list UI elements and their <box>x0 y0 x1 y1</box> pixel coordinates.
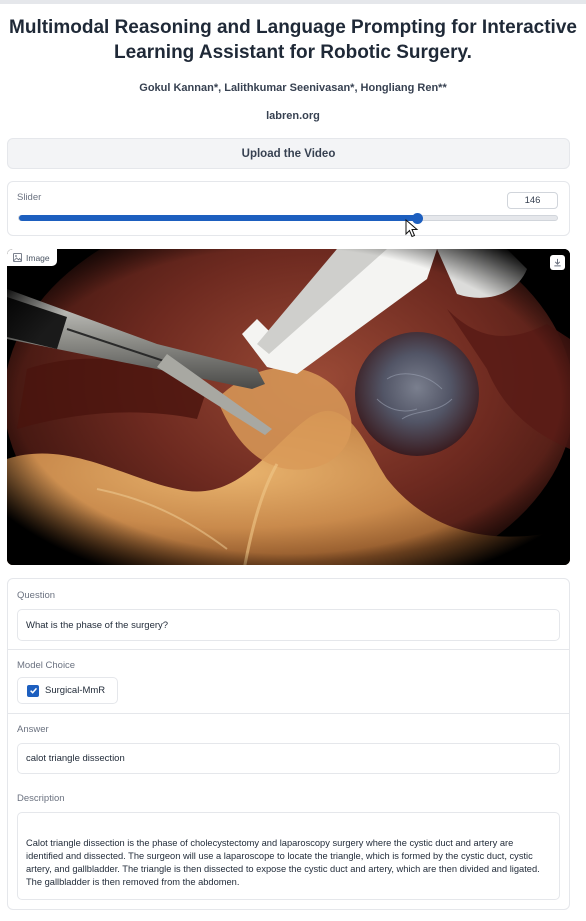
question-label: Question <box>17 590 56 601</box>
surgical-video-frame <box>7 249 570 565</box>
question-input[interactable]: What is the phase of the surgery? <box>17 609 560 641</box>
description-output[interactable]: Calot triangle dissection is the phase o… <box>17 812 560 900</box>
site-link[interactable]: labren.org <box>0 110 586 122</box>
download-button[interactable] <box>550 255 565 270</box>
checkbox[interactable] <box>27 684 39 697</box>
download-icon <box>554 258 561 267</box>
mouse-cursor-icon <box>405 219 419 238</box>
answer-label: Answer <box>17 724 49 735</box>
upload-video-button[interactable]: Upload the Video <box>7 138 570 169</box>
description-label: Description <box>17 793 65 804</box>
top-border <box>0 0 586 4</box>
page-title: Multimodal Reasoning and Language Prompt… <box>9 17 577 63</box>
results-form: Question What is the phase of the surger… <box>7 578 570 910</box>
authors: Gokul Kannan*, Lalithkumar Seenivasan*, … <box>139 82 447 94</box>
model-choice-label: Model Choice <box>17 660 76 671</box>
slider-panel: Slider 146 <box>7 181 570 236</box>
slider-number-input[interactable]: 146 <box>507 192 558 209</box>
image-panel: Image <box>7 249 570 565</box>
slider-label: Slider <box>17 192 42 203</box>
model-option-surgical-mmr[interactable]: Surgical-MmR <box>17 677 118 704</box>
answer-output[interactable]: calot triangle dissection <box>17 743 560 774</box>
model-option-label: Surgical-MmR <box>45 685 106 696</box>
image-label: Image <box>26 252 50 263</box>
checkmark-icon <box>29 687 37 694</box>
slider-fill <box>19 215 418 221</box>
image-label-tag: Image <box>7 249 57 266</box>
divider <box>8 713 569 714</box>
divider <box>8 649 569 650</box>
image-icon <box>13 253 22 262</box>
slider-track[interactable] <box>18 213 558 224</box>
